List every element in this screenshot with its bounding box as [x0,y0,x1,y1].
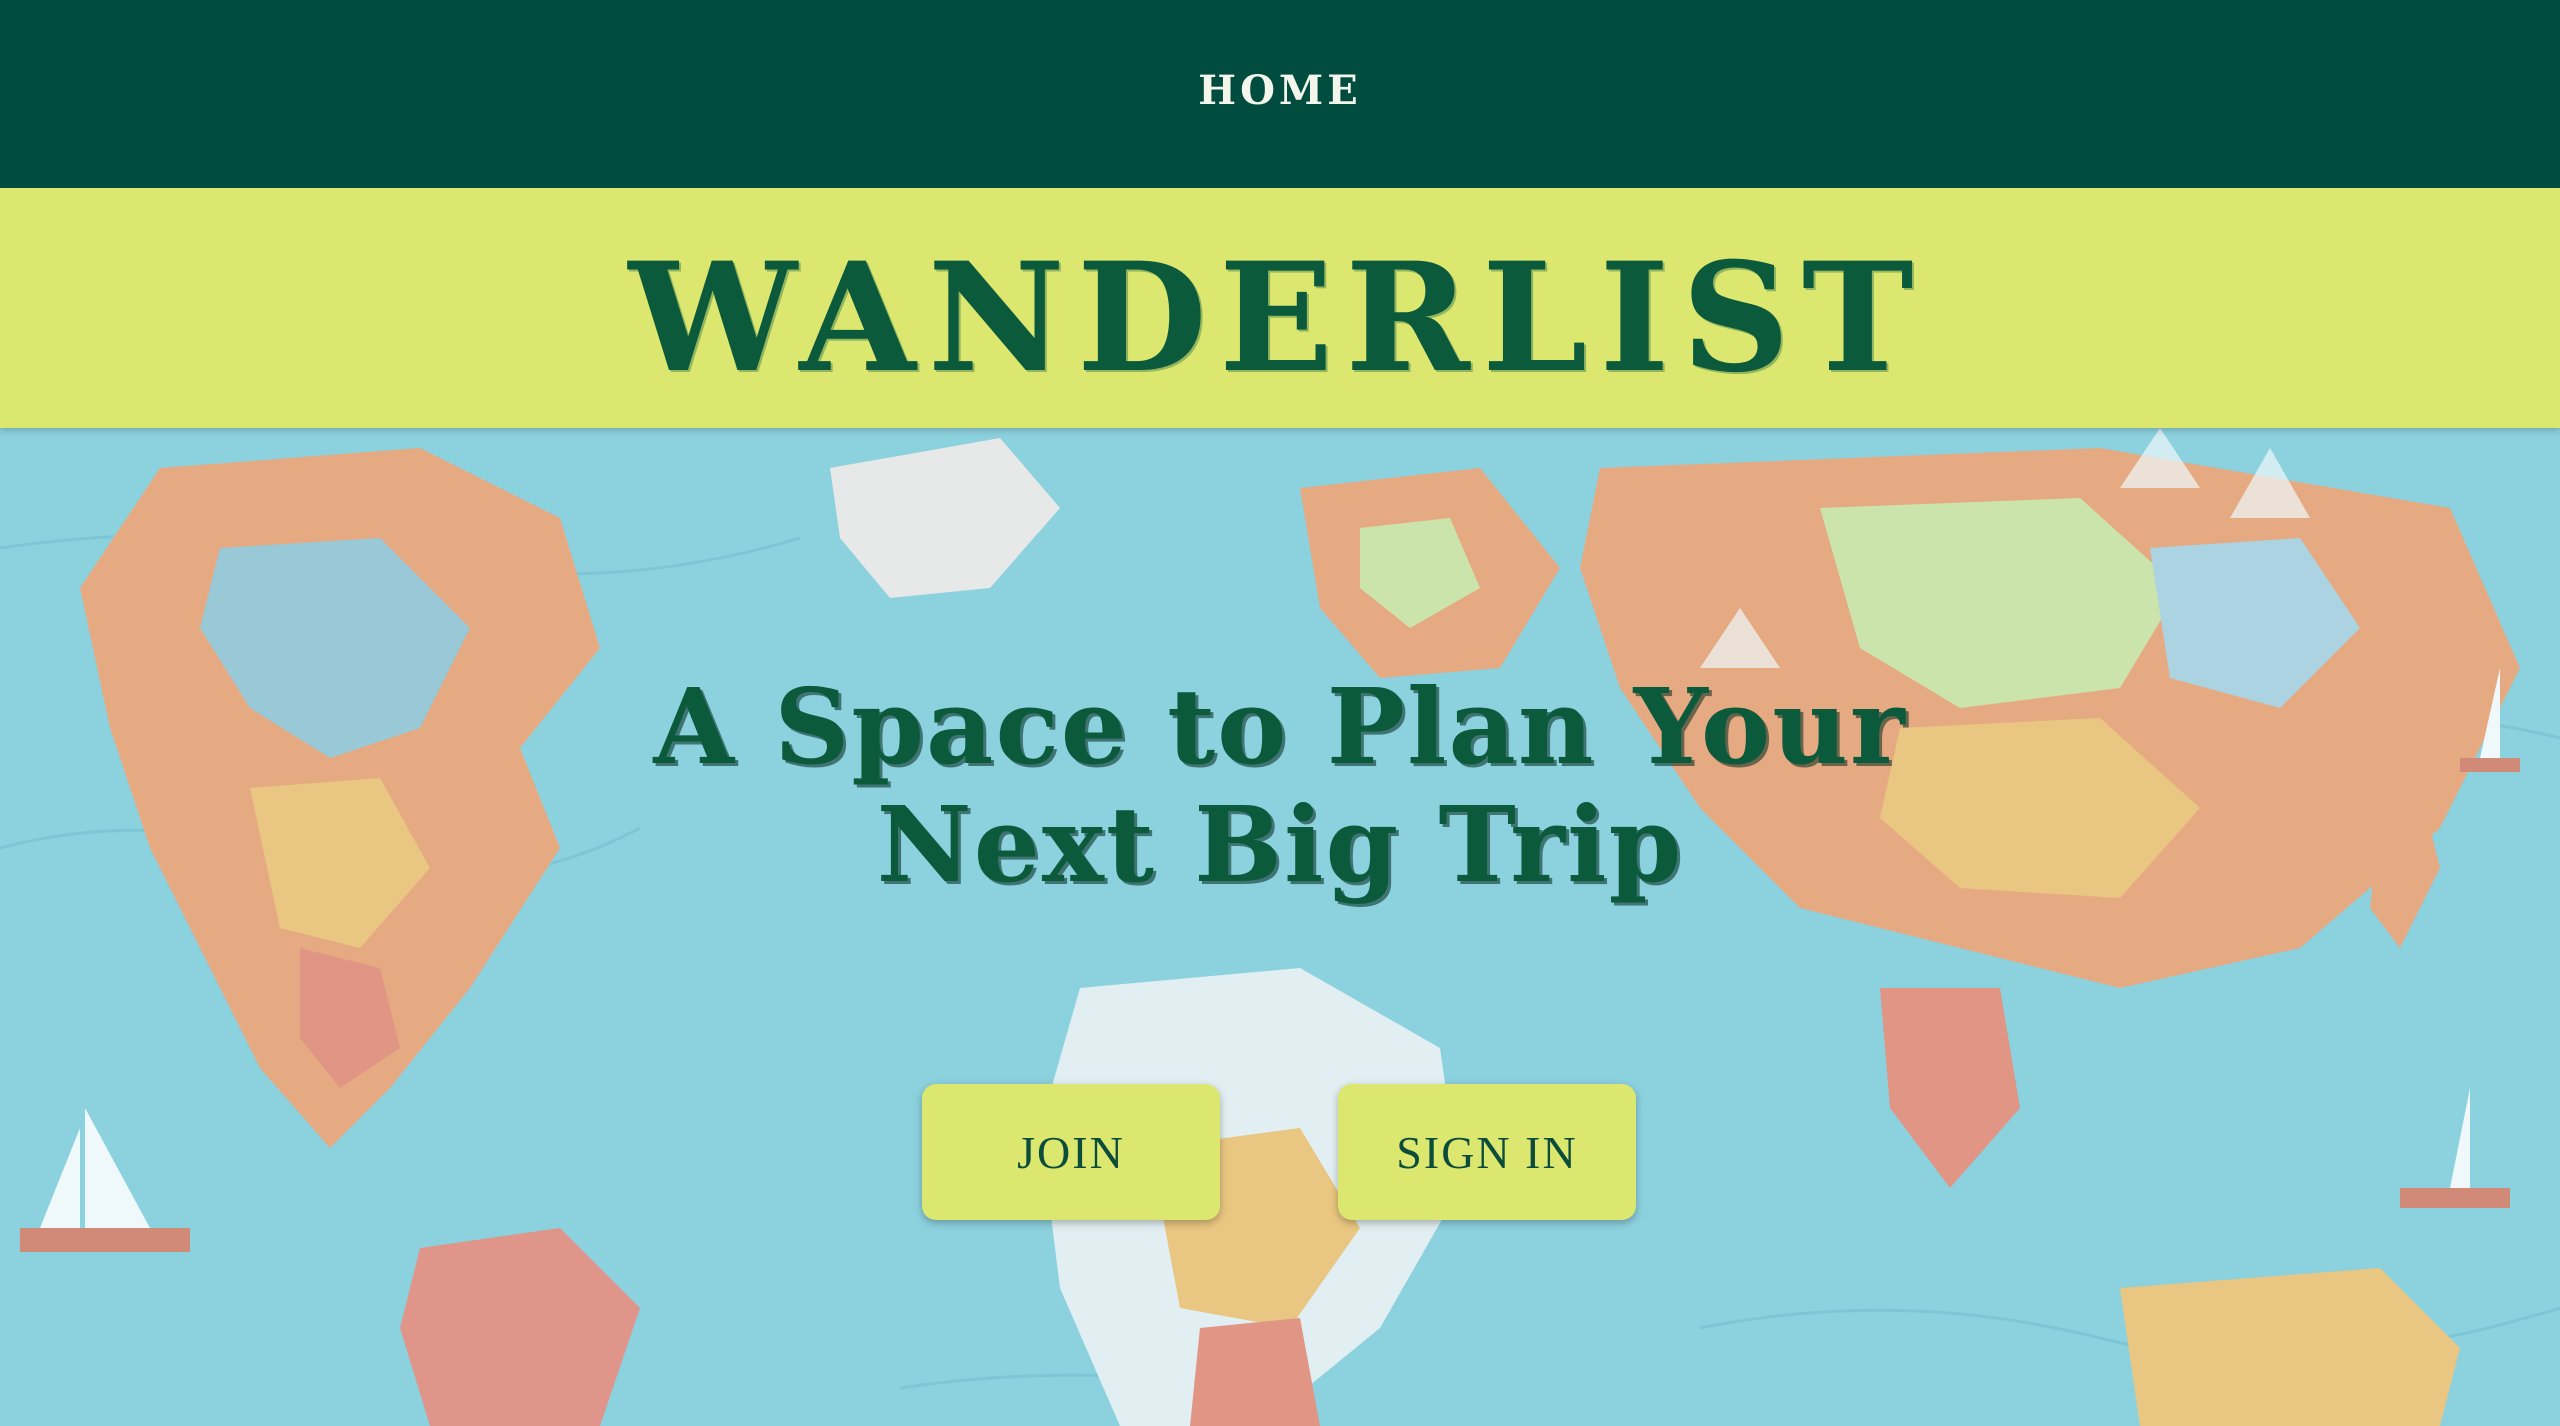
hero-section: A Space to Plan Your Next Big Trip JOIN … [0,428,2560,1426]
landing-page: HOME WANDERLIST A Space to Plan Your Nex… [0,0,2560,1426]
sign-in-button[interactable]: SIGN IN [1338,1084,1636,1220]
tagline-line-2: Next Big Trip [876,783,1684,906]
nav-home-link[interactable]: HOME [1198,67,1361,114]
brand-banner: WANDERLIST [0,188,2560,428]
top-navigation-bar: HOME [0,0,2560,188]
join-button[interactable]: JOIN [922,1084,1220,1220]
tagline-line-1: A Space to Plan Your [653,665,1907,788]
brand-title: WANDERLIST [628,230,1926,406]
hero-tagline: A Space to Plan Your Next Big Trip [580,668,1980,904]
